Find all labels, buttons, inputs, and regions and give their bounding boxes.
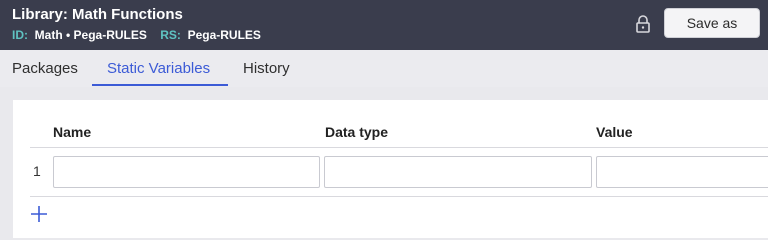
data-type-input[interactable]	[324, 156, 592, 188]
save-as-button[interactable]: Save as	[664, 8, 760, 38]
active-tab-indicator	[92, 84, 228, 86]
rule-meta: ID: Math • Pega-RULES RS: Pega-RULES	[12, 28, 261, 42]
name-input[interactable]	[53, 156, 320, 188]
column-header-data-type: Data type	[325, 124, 389, 140]
id-label: ID:	[12, 28, 28, 42]
row-number: 1	[33, 163, 41, 179]
rs-value: Pega-RULES	[187, 28, 261, 42]
rs-label: RS:	[160, 28, 181, 42]
tab-bar: Packages Static Variables History	[0, 50, 768, 87]
row-divider	[30, 196, 768, 197]
tab-packages[interactable]: Packages	[12, 60, 78, 77]
tab-static-variables[interactable]: Static Variables	[107, 60, 210, 77]
plus-icon[interactable]	[30, 205, 48, 223]
page-title: Library: Math Functions	[12, 6, 183, 23]
rule-header: Library: Math Functions ID: Math • Pega-…	[0, 0, 768, 50]
header-divider	[30, 147, 768, 148]
tab-history[interactable]: History	[243, 60, 290, 77]
column-header-name: Name	[53, 124, 92, 140]
value-input[interactable]	[596, 156, 768, 188]
lock-icon[interactable]	[634, 14, 652, 34]
column-header-value: Value	[596, 124, 633, 140]
id-value: Math • Pega-RULES	[34, 28, 147, 42]
